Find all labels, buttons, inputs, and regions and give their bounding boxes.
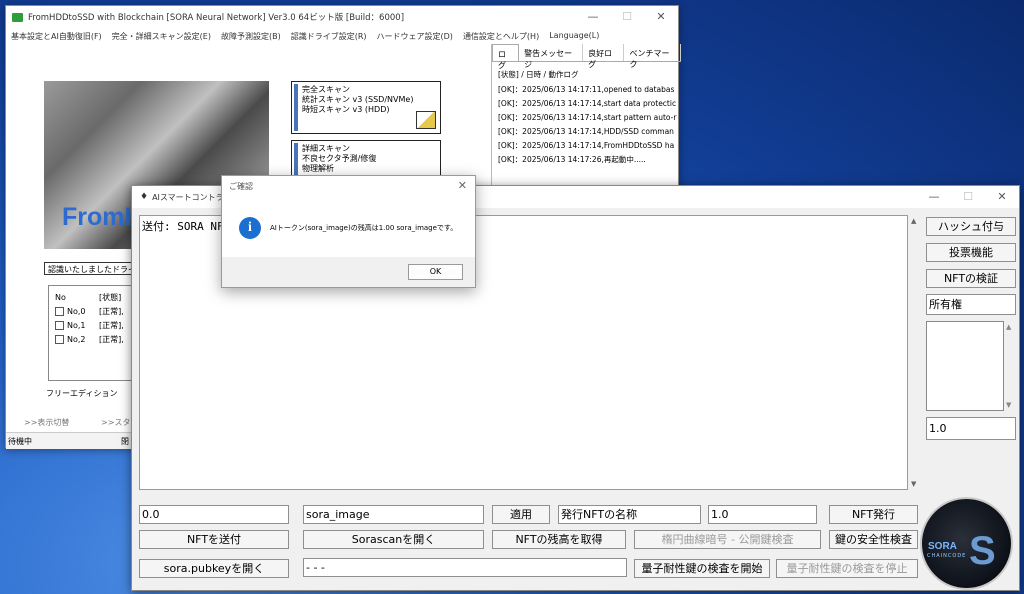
ai-window-title: AIスマートコントラク xyxy=(152,192,232,202)
view-toggle[interactable]: >>表示切替 xyxy=(24,417,69,428)
dialog-message: AIトークン(sora_image)の残高は1.00 sora_imageです。 xyxy=(270,224,458,232)
status-text-2: 閉 xyxy=(121,437,129,446)
app-flag-icon xyxy=(12,12,23,22)
menu-scan-settings[interactable]: 完全・詳細スキャン設定(E) xyxy=(107,28,216,44)
short-scan-label: 時短スキャン v3 (HDD) xyxy=(302,105,390,114)
tab-log[interactable]: ログ xyxy=(492,44,520,70)
quantum-check-stop-button[interactable]: 量子耐性鍵の検査を停止 xyxy=(776,559,918,578)
maximize-button[interactable]: ☐ xyxy=(951,186,985,208)
bad-sector-label: 不良セクタ予測/修復 xyxy=(302,154,377,163)
status-text: 待機中 xyxy=(8,437,32,446)
ownership-list[interactable] xyxy=(926,321,1004,411)
scroll-up-icon[interactable]: ▲ xyxy=(911,217,916,225)
ai-app-icon: ♦ xyxy=(140,192,149,202)
apply-button[interactable]: 適用 xyxy=(492,505,550,524)
edition-label: フリーエディション xyxy=(46,389,118,398)
send-nft-button[interactable]: NFTを送付 xyxy=(139,530,289,549)
output-scrollbar[interactable]: ▲ ▼ xyxy=(908,215,922,490)
menu-drive-settings[interactable]: 認識ドライブ設定(R) xyxy=(286,28,372,44)
dialog-title: ご確認 xyxy=(229,182,253,191)
log-line: [OK]：2025/06/13 14:17:11,opened to datab… xyxy=(498,85,675,94)
close-button[interactable]: ✕ xyxy=(985,186,1019,208)
maximize-button[interactable]: ☐ xyxy=(610,6,644,28)
scan-icon xyxy=(416,111,436,129)
log-line: [OK]：2025/06/13 14:17:14,FromHDDtoSSD ha xyxy=(498,141,675,150)
nft-quantity-input[interactable]: 1.0 xyxy=(708,505,817,524)
quantum-check-start-button[interactable]: 量子耐性鍵の検査を開始 xyxy=(634,559,770,578)
scroll-down-icon[interactable]: ▼ xyxy=(1006,401,1011,409)
menu-language[interactable]: Language(L) xyxy=(544,28,604,44)
full-scan-button[interactable]: 完全スキャン 統計スキャン v3 (SSD/NVMe) 時短スキャン v3 (H… xyxy=(291,81,441,134)
tab-benchmark[interactable]: ベンチマーク xyxy=(624,44,681,69)
col-no: No xyxy=(55,292,66,302)
close-button[interactable]: ✕ xyxy=(644,6,678,28)
stat-scan-label: 統計スキャン v3 (SSD/NVMe) xyxy=(302,95,414,104)
log-line: [OK]：2025/06/13 14:17:14,HDD/SSD comman xyxy=(498,127,674,136)
ownership-field[interactable]: 所有権 xyxy=(926,294,1016,315)
menu-failure-prediction[interactable]: 故障予測設定(B) xyxy=(216,28,286,44)
verify-nft-button[interactable]: NFTの検証 xyxy=(926,269,1016,288)
menu-hardware-settings[interactable]: ハードウェア設定(D) xyxy=(372,28,458,44)
issue-nft-button[interactable]: NFT発行 xyxy=(829,505,918,524)
open-sorascan-button[interactable]: Sorascanを開く xyxy=(303,530,484,549)
scan-accent-bar xyxy=(294,84,298,131)
log-line: [OK]：2025/06/13 14:17:14,start pattern a… xyxy=(498,113,677,122)
dialog-footer: OK xyxy=(222,257,475,287)
open-pubkey-button[interactable]: sora.pubkeyを開く xyxy=(139,559,289,578)
menu-comm-help[interactable]: 通信設定とヘルプ(H) xyxy=(458,28,544,44)
drive-no: No,1 xyxy=(67,320,86,330)
drive-checkbox[interactable] xyxy=(55,306,64,316)
nft-name-input[interactable]: 発行NFTの名称 xyxy=(558,505,701,524)
vote-button[interactable]: 投票機能 xyxy=(926,243,1016,262)
main-window-controls: — ☐ ✕ xyxy=(576,6,678,28)
ratio-field[interactable]: 1.0 xyxy=(926,417,1016,440)
sora-logo-sub: CHAINCODE xyxy=(927,553,967,559)
detail-scan-title: 詳細スキャン xyxy=(302,144,350,153)
menu-basic-settings[interactable]: 基本設定とAI自動復旧(F) xyxy=(6,28,107,44)
drive-status: [正常], xyxy=(99,320,124,330)
confirm-dialog: ご確認 ✕ i AIトークン(sora_image)の残高は1.00 sora_… xyxy=(221,175,476,288)
drive-checkbox[interactable] xyxy=(55,320,64,330)
ecc-pubkey-check-button[interactable]: 楕円曲線暗号 - 公開鍵検査 xyxy=(634,530,821,549)
log-line: [OK]：2025/06/13 14:17:26,再起動中..... xyxy=(498,155,646,164)
token-name-input[interactable]: sora_image xyxy=(303,505,484,524)
sora-logo-text: SORA xyxy=(928,541,957,552)
log-list: [状態] / 日時 / 動作ログ [OK]：2025/06/13 14:17:1… xyxy=(492,62,681,173)
scroll-up-icon[interactable]: ▲ xyxy=(1006,323,1011,331)
physical-analysis-label: 物理解析 xyxy=(302,164,334,173)
ok-button[interactable]: OK xyxy=(408,264,463,280)
log-panel: ログ 警告メッセージ 良好ログ ベンチマーク [状態] / 日時 / 動作ログ … xyxy=(491,44,681,204)
start-toggle[interactable]: >>スタ xyxy=(101,417,130,428)
log-tabs: ログ 警告メッセージ 良好ログ ベンチマーク xyxy=(492,44,681,70)
pubkey-field[interactable]: - - - xyxy=(303,558,627,577)
drive-status: [正常], xyxy=(99,334,124,344)
amount-input[interactable]: 0.0 xyxy=(139,505,289,524)
log-line: [OK]：2025/06/13 14:17:14,start data prot… xyxy=(498,99,677,108)
tab-good-log[interactable]: 良好ログ xyxy=(583,44,625,69)
col-status: [状態] xyxy=(99,292,122,302)
tab-warnings[interactable]: 警告メッセージ xyxy=(519,44,584,69)
info-icon: i xyxy=(239,217,261,239)
drive-checkbox[interactable] xyxy=(55,334,64,344)
get-balance-button[interactable]: NFTの残高を取得 xyxy=(492,530,626,549)
main-window-title: FromHDDtoSSD with Blockchain [SORA Neura… xyxy=(28,13,405,23)
sora-s-icon: S xyxy=(969,529,996,573)
drive-no: No,2 xyxy=(67,334,86,344)
list-scrollbar[interactable]: ▲ ▼ xyxy=(1004,321,1016,411)
dialog-close-icon[interactable]: ✕ xyxy=(458,179,467,192)
drive-status: [正常], xyxy=(99,306,124,316)
hash-button[interactable]: ハッシュ付与 xyxy=(926,217,1016,236)
menu-bar: 基本設定とAI自動復旧(F) 完全・詳細スキャン設定(E) 故障予測設定(B) … xyxy=(6,28,678,44)
key-safety-check-button[interactable]: 鍵の安全性検査 xyxy=(829,530,918,549)
ai-window-controls: — ☐ ✕ xyxy=(917,186,1019,208)
minimize-button[interactable]: — xyxy=(576,6,610,28)
sora-logo: SORA CHAINCODE S xyxy=(920,497,1013,590)
drive-no: No,0 xyxy=(67,306,86,316)
minimize-button[interactable]: — xyxy=(917,186,951,208)
full-scan-title: 完全スキャン xyxy=(302,85,350,94)
scroll-down-icon[interactable]: ▼ xyxy=(911,480,916,488)
log-header: [状態] / 日時 / 動作ログ xyxy=(498,70,579,79)
